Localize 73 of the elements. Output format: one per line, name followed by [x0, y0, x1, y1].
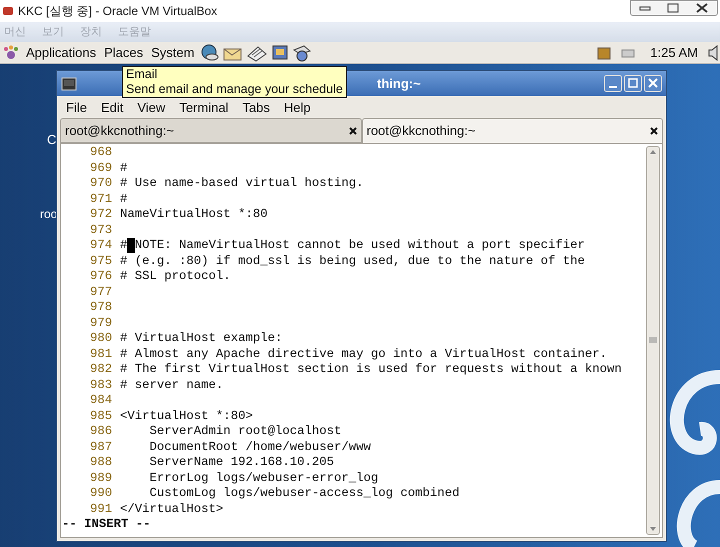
code-line: # [120, 192, 128, 207]
code-line: # server name. [120, 378, 224, 393]
presentation-icon[interactable] [270, 44, 290, 62]
app-icon [2, 5, 14, 17]
line-number: 991 [90, 502, 114, 517]
code-line: <VirtualHost *:80> [120, 408, 253, 424]
close-icon[interactable] [650, 127, 658, 135]
code-line: ErrorLog logs/webuser-error_log [148, 470, 378, 486]
line-number: 987 [90, 440, 114, 455]
window-controls[interactable] [630, 0, 718, 16]
code-line: # [120, 160, 128, 176]
menu-item[interactable]: Edit [100, 98, 124, 117]
line-number: 973 [90, 222, 114, 238]
speaker-icon[interactable] [708, 44, 718, 60]
line-number: 984 [90, 393, 114, 408]
code-line: CustomLog logs/webuser-access_log combined [148, 486, 460, 502]
line-number: 977 [90, 284, 114, 300]
menu-item[interactable]: Help [284, 98, 311, 117]
code-line: # Use name-based virtual hosting. [120, 176, 364, 192]
code-line: ServerName 192.168.10.205 [148, 455, 334, 470]
line-number: 983 [90, 378, 114, 393]
line-number: 978 [90, 300, 114, 316]
menu-item[interactable]: Tabs [242, 98, 270, 117]
package-icon[interactable] [596, 44, 612, 60]
code-line: # Almost any Apache directive may go into a VirtualHost container. [120, 346, 608, 362]
terminal-title: thing:~ [377, 74, 421, 93]
line-number: 972 [90, 207, 114, 222]
panel-menu[interactable]: Applications [26, 42, 96, 62]
terminal-icon [61, 76, 77, 90]
line-number: 982 [90, 362, 114, 378]
line-number: 981 [90, 346, 114, 362]
tooltip-title: Email [126, 67, 158, 82]
line-number: 989 [90, 470, 114, 486]
status-line: -- INSERT -- [61, 517, 152, 533]
line-number: 970 [90, 176, 114, 192]
line-number: 975 [90, 254, 114, 269]
code-line: NOTE: NameVirtualHost cannot be used without a port specifier [134, 238, 585, 254]
menu-item[interactable]: View [137, 98, 166, 117]
menu-item[interactable]: Terminal [179, 98, 228, 117]
close-icon[interactable] [348, 126, 356, 134]
clock[interactable]: 1:25 AM [650, 42, 698, 62]
line-number: 980 [90, 331, 114, 346]
panel-menu[interactable]: Places [104, 42, 144, 62]
terminal-tab[interactable]: root@kkcnothing:~ [60, 118, 362, 143]
tooltip-description: Send email and manage your schedule [126, 82, 343, 97]
panel-menu[interactable]: System [151, 42, 194, 62]
globe-icon[interactable] [200, 44, 220, 62]
code-line: # The first VirtualHost section is used for requests without a known [120, 362, 622, 378]
line-number: 985 [90, 408, 114, 424]
line-number: 968 [90, 145, 114, 160]
line-number: 979 [90, 316, 114, 331]
code-line: # SSL protocol. [120, 269, 231, 284]
code-line: # [120, 238, 128, 254]
code-line: </VirtualHost> [120, 502, 224, 517]
terminal-tab[interactable]: root@kkcnothing:~ [362, 118, 663, 143]
line-number: 986 [90, 424, 114, 440]
line-number: 976 [90, 269, 114, 284]
document-icon[interactable] [246, 44, 268, 62]
line-number: 988 [90, 455, 114, 470]
line-number: 971 [90, 192, 114, 207]
menu-item[interactable]: File [66, 98, 87, 117]
line-number: 990 [90, 486, 114, 502]
code-line: DocumentRoot /home/webuser/www [148, 440, 371, 455]
scrollbar[interactable] [646, 146, 660, 534]
code-line: # (e.g. :80) if mod_ssl is being used, due to the nature of the [120, 254, 585, 269]
code-line: # VirtualHost example: [120, 331, 282, 346]
window-title: KKC [실행 중] - Oracle VM VirtualBox [18, 3, 218, 20]
line-number: 969 [90, 160, 114, 176]
scroll-grip-icon[interactable] [649, 337, 657, 344]
line-number: 974 [90, 238, 114, 254]
desktop-icon-label[interactable]: C [47, 130, 56, 150]
code-line: ServerAdmin root@localhost [148, 424, 342, 440]
code-line: NameVirtualHost *:80 [120, 207, 268, 222]
